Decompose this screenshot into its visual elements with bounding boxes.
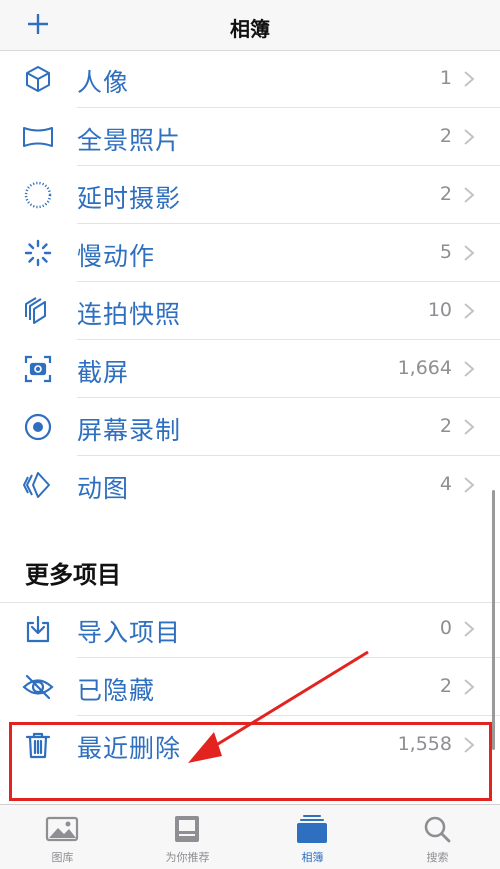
- item-label: 连拍快照: [77, 300, 182, 329]
- item-label: 人像: [77, 68, 130, 97]
- albums-icon: [297, 815, 327, 843]
- cube-icon: [26, 66, 50, 92]
- list-item-hidden[interactable]: 已隐藏 2: [0, 658, 500, 716]
- item-count: 1,558: [397, 733, 452, 755]
- for-you-icon: [175, 816, 199, 842]
- item-count: 4: [439, 473, 452, 495]
- tab-for-you[interactable]: 为你推荐: [125, 805, 250, 869]
- item-label: 全景照片: [77, 126, 182, 155]
- item-label: 已隐藏: [77, 676, 156, 705]
- item-count: 2: [439, 183, 452, 205]
- screen-record-icon: [24, 413, 52, 441]
- panorama-icon: [23, 127, 53, 147]
- list-item-portrait[interactable]: 人像 1: [0, 50, 500, 108]
- search-icon: [424, 816, 451, 843]
- item-count: 2: [439, 675, 452, 697]
- item-count: 10: [427, 299, 452, 321]
- tab-albums[interactable]: 相簿: [250, 805, 375, 869]
- chevron-right-icon: [464, 737, 475, 753]
- chevron-right-icon: [464, 187, 475, 203]
- item-label: 屏幕录制: [77, 416, 182, 445]
- burst-icon: [25, 297, 46, 324]
- item-count: 1: [439, 67, 452, 89]
- chevron-right-icon: [464, 679, 475, 695]
- list-item-panorama[interactable]: 全景照片 2: [0, 108, 500, 166]
- list-item-screenshots[interactable]: 截屏 1,664: [0, 340, 500, 398]
- chevron-right-icon: [464, 129, 475, 145]
- item-label: 慢动作: [77, 242, 156, 271]
- tab-search[interactable]: 搜索: [375, 805, 500, 869]
- item-label: 最近删除: [77, 734, 182, 763]
- tab-label: 相簿: [301, 851, 324, 864]
- photos-icon: [45, 816, 79, 842]
- plus-icon: [28, 14, 48, 34]
- chevron-right-icon: [464, 303, 475, 319]
- eye-slash-icon: [22, 674, 54, 700]
- item-label: 截屏: [77, 358, 130, 387]
- chevron-right-icon: [464, 71, 475, 87]
- chevron-right-icon: [464, 245, 475, 261]
- navigation-bar: 相簿: [0, 0, 500, 51]
- item-label: 延时摄影: [77, 184, 182, 213]
- item-label: 导入项目: [77, 618, 182, 647]
- list-item-imports[interactable]: 导入项目 0: [0, 600, 500, 658]
- scrollbar[interactable]: [492, 490, 495, 750]
- screenshot-icon: [24, 355, 52, 383]
- chevron-right-icon: [464, 477, 475, 493]
- list-item-animated[interactable]: 动图 4: [0, 456, 500, 514]
- item-count: 1,664: [397, 357, 452, 379]
- item-count: 2: [439, 415, 452, 437]
- list-item-timelapse[interactable]: 延时摄影 2: [0, 166, 500, 224]
- slowmo-icon: [24, 239, 52, 267]
- list-item-recently-deleted[interactable]: 最近删除 1,558: [0, 716, 500, 774]
- tab-label: 为你推荐: [165, 851, 210, 864]
- tab-label: 搜索: [426, 851, 449, 864]
- item-count: 2: [439, 125, 452, 147]
- tab-bar: 图库 为你推荐 相簿 搜索: [0, 804, 500, 869]
- timelapse-icon: [24, 181, 52, 209]
- tab-library[interactable]: 图库: [0, 805, 125, 869]
- add-album-button[interactable]: [22, 8, 54, 40]
- item-label: 动图: [77, 474, 130, 503]
- section-title-more-items: 更多项目: [25, 561, 121, 589]
- chevron-right-icon: [464, 419, 475, 435]
- list-item-screen-recordings[interactable]: 屏幕录制 2: [0, 398, 500, 456]
- tab-label: 图库: [51, 851, 74, 864]
- animated-icon: [23, 472, 50, 498]
- page-title: 相簿: [230, 17, 270, 41]
- chevron-right-icon: [464, 621, 475, 637]
- chevron-right-icon: [464, 361, 475, 377]
- trash-icon: [25, 732, 51, 759]
- item-count: 5: [439, 241, 452, 263]
- list-item-slowmo[interactable]: 慢动作 5: [0, 224, 500, 282]
- item-count: 0: [439, 617, 452, 639]
- list-item-burst[interactable]: 连拍快照 10: [0, 282, 500, 340]
- album-list: 人像 1 全景照片 2 延时摄影 2 慢动作 5 连拍快照 10 截屏 1,66…: [0, 50, 500, 774]
- import-icon: [26, 615, 50, 643]
